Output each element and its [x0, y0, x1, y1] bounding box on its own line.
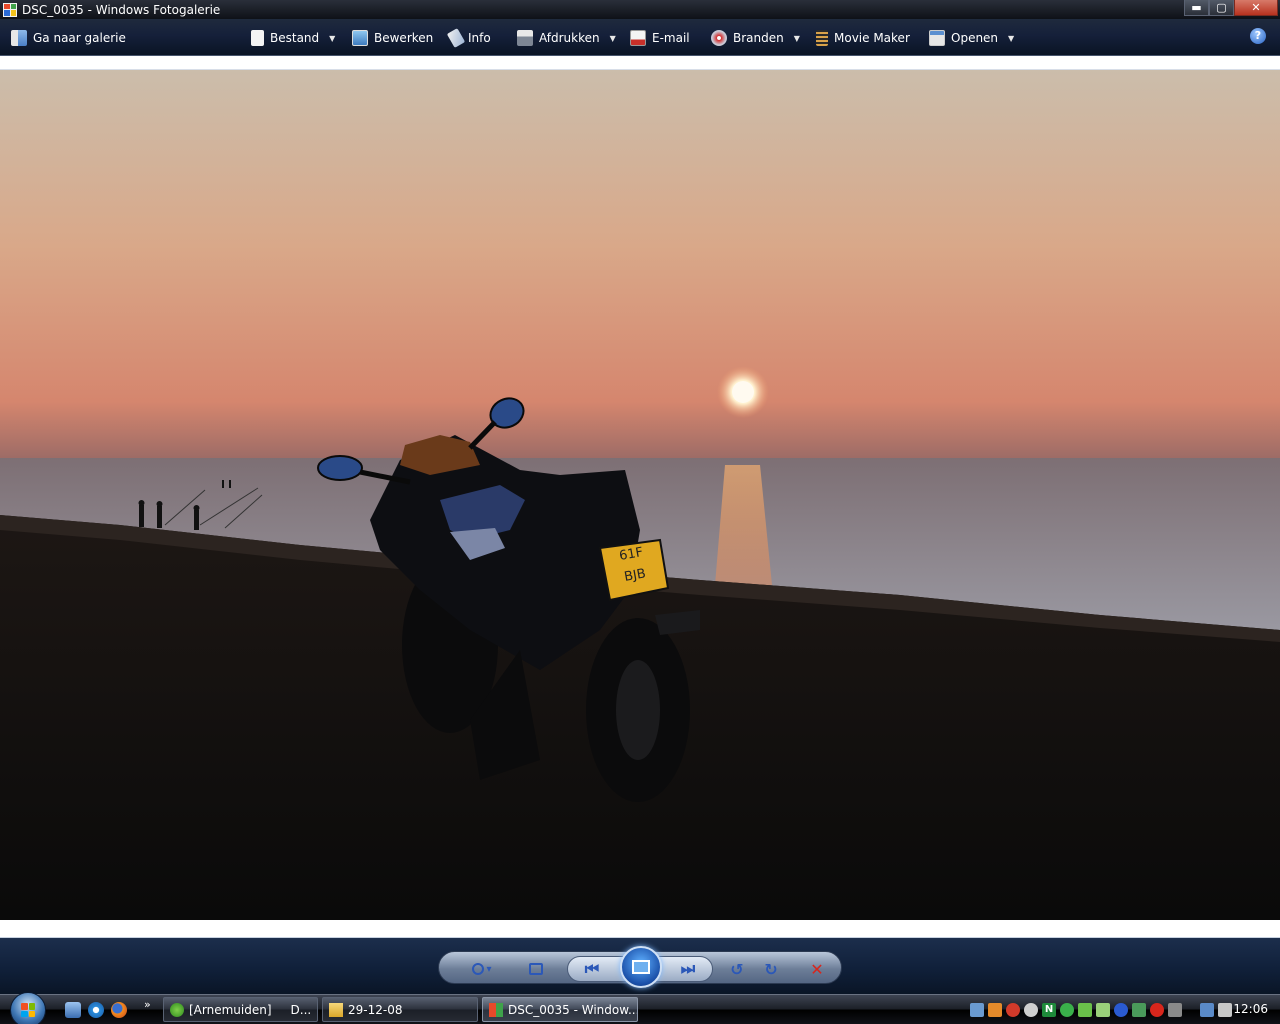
window-title: DSC_0035 - Windows Fotogalerie [22, 2, 221, 17]
slideshow-icon [632, 960, 650, 974]
actual-size-button[interactable] [523, 958, 549, 980]
firefox-icon[interactable] [111, 1002, 127, 1018]
display-icon[interactable] [1132, 1003, 1146, 1017]
print-label: Afdrukken [539, 31, 600, 45]
chevron-down-icon: ▼ [793, 33, 800, 43]
maximize-button[interactable]: ▢ [1209, 0, 1234, 16]
show-desktop-icon[interactable] [65, 1002, 81, 1018]
chevron-down-icon: ▼ [329, 33, 336, 43]
chevron-down-icon: ▾ [486, 963, 492, 975]
email-button[interactable]: E-mail [630, 28, 690, 48]
close-button[interactable]: ✕ [1234, 0, 1278, 16]
open-menu-button[interactable]: Openen ▼ [929, 28, 1014, 48]
messenger-icon [170, 1002, 184, 1017]
minimize-button[interactable]: ▬ [1184, 0, 1209, 16]
info-button[interactable]: Info [446, 28, 491, 48]
goto-gallery-button[interactable]: Ga naar galerie [11, 28, 126, 48]
clock-tool-icon[interactable] [1024, 1003, 1038, 1017]
photo-gallery-app-icon[interactable] [3, 2, 17, 17]
volume-icon[interactable] [1218, 1003, 1232, 1017]
internet-explorer-icon[interactable] [88, 1002, 104, 1018]
taskbar-item-label: 29-12-08 [348, 1002, 403, 1017]
film-strip-icon [816, 30, 828, 46]
document-icon [251, 30, 264, 46]
photo-gallery-icon [489, 1002, 503, 1017]
title-bar: DSC_0035 - Windows Fotogalerie ▬ ▢ ✕ [0, 0, 1280, 19]
toolbar-separator [0, 56, 1280, 70]
file-menu-button[interactable]: Bestand ▼ [251, 28, 335, 48]
next-button[interactable]: ⏭ [675, 958, 701, 980]
contacts-icon[interactable] [1096, 1003, 1110, 1017]
n-app-icon[interactable]: N [1042, 1003, 1056, 1017]
gallery-arrow-icon [11, 30, 27, 46]
taskbar-item-arnemuiden[interactable]: [Arnemuiden] D... [163, 997, 318, 1022]
folder-icon [329, 1002, 343, 1017]
movie-maker-label: Movie Maker [834, 31, 910, 45]
delete-button[interactable]: ✕ [804, 958, 830, 980]
rotate-counterclockwise-button[interactable]: ↺ [724, 958, 750, 980]
goto-gallery-label: Ga naar galerie [33, 31, 126, 45]
fit-to-window-icon [529, 963, 543, 975]
slideshow-button[interactable] [620, 946, 662, 988]
edit-picture-icon [352, 30, 368, 46]
taskbar: » [Arnemuiden] D... 29-12-08 DSC_0035 - … [0, 992, 1280, 1024]
taskbar-item-label-suffix: D... [290, 1002, 312, 1017]
bluetooth-icon[interactable] [1114, 1003, 1128, 1017]
sunset-motorcycle-photo: 61F BJB [0, 70, 1280, 920]
network-icon[interactable] [970, 1003, 984, 1017]
start-button[interactable] [10, 992, 46, 1024]
taskbar-item-photo-gallery[interactable]: DSC_0035 - Window... [482, 997, 638, 1022]
system-clock[interactable]: 12:06 [1233, 1002, 1268, 1016]
sky [0, 70, 1280, 460]
magnifier-icon [472, 963, 485, 975]
chevron-down-icon: ▼ [609, 33, 616, 43]
email-label: E-mail [652, 31, 690, 45]
edit-button[interactable]: Bewerken [352, 28, 433, 48]
chevron-down-icon: ▼ [1008, 33, 1015, 43]
sun [732, 381, 754, 403]
zoom-button[interactable]: ▾ [465, 958, 499, 980]
burn-menu-button[interactable]: Branden ▼ [711, 28, 800, 48]
info-label: Info [468, 31, 491, 45]
file-menu-label: Bestand [270, 31, 320, 45]
sync-icon[interactable] [1060, 1003, 1074, 1017]
movie-maker-button[interactable]: Movie Maker [816, 28, 910, 48]
open-label: Openen [951, 31, 999, 45]
update-icon[interactable] [988, 1003, 1002, 1017]
antivirus-icon[interactable] [1150, 1003, 1164, 1017]
print-menu-button[interactable]: Afdrukken ▼ [517, 28, 616, 48]
viewer-controls-bar: ▾ ⏮ ⏭ ↺ ↻ ✕ [0, 938, 1280, 994]
rotate-clockwise-button[interactable]: ↻ [758, 958, 784, 980]
edit-label: Bewerken [374, 31, 434, 45]
help-icon[interactable]: ? [1250, 28, 1266, 44]
network-connection-icon[interactable] [1200, 1003, 1214, 1017]
printer-icon [517, 30, 533, 46]
playback-control-pill: ▾ ⏮ ⏭ ↺ ↻ ✕ [438, 946, 842, 988]
tag-icon [446, 28, 466, 48]
messenger-tray-icon[interactable] [1078, 1003, 1092, 1017]
taskbar-item-label: DSC_0035 - Window... [508, 1002, 638, 1017]
photo-viewer[interactable]: 61F BJB [0, 70, 1280, 920]
taskbar-item-label: [Arnemuiden] [189, 1002, 272, 1017]
quick-launch-more-icon[interactable]: » [144, 998, 151, 1011]
wireless-signal-icon[interactable] [1168, 1003, 1182, 1017]
command-toolbar: Ga naar galerie Bestand ▼ Bewerken Info … [0, 19, 1280, 56]
open-window-icon [929, 30, 945, 46]
previous-button[interactable]: ⏮ [579, 958, 605, 980]
email-icon [630, 30, 646, 46]
photo-separator [0, 920, 1280, 938]
taskbar-item-folder[interactable]: 29-12-08 [322, 997, 478, 1022]
security-alert-icon[interactable] [1006, 1003, 1020, 1017]
window-controls: ▬ ▢ ✕ [1184, 0, 1278, 16]
disc-icon [711, 30, 727, 46]
burn-label: Branden [733, 31, 784, 45]
